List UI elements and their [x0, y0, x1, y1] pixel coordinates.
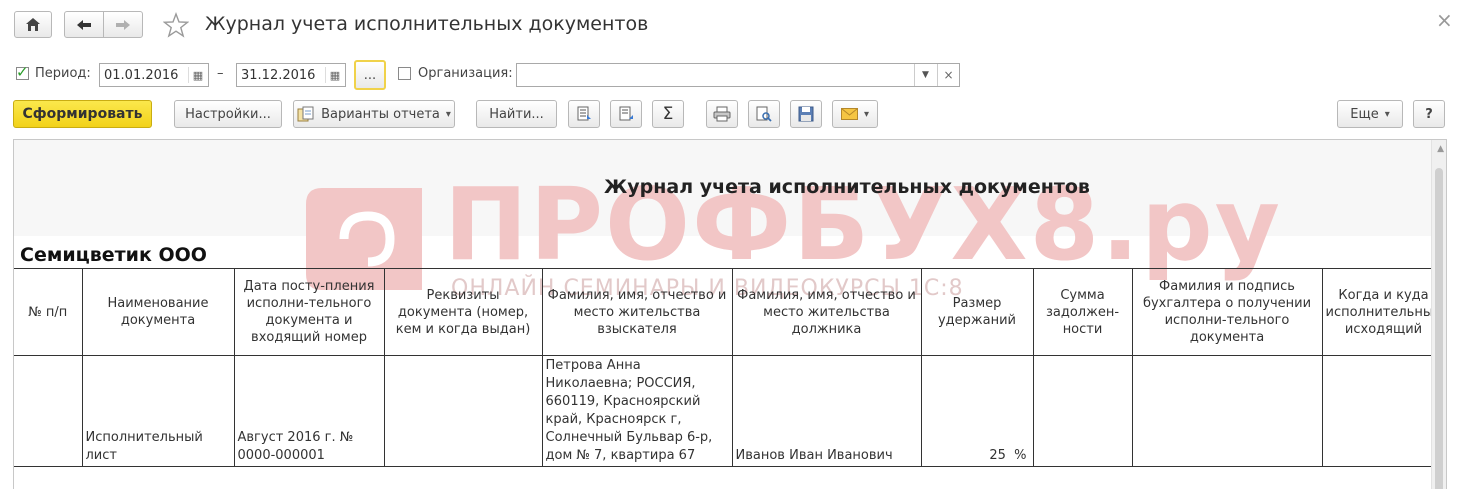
- save-icon: [798, 106, 814, 122]
- send-email-button[interactable]: [832, 100, 878, 128]
- report-table: № п/п Наименование документа Дата посту-…: [14, 268, 1446, 467]
- dropdown-arrow-icon[interactable]: ▼: [914, 64, 936, 86]
- report-variants-icon: [297, 106, 314, 122]
- cell-doc-name: Исполнительный лист: [81, 355, 235, 467]
- column-header: Фамилия, имя, отчество и место жительств…: [731, 268, 922, 356]
- close-icon[interactable]: ×: [1436, 8, 1453, 32]
- home-icon: [26, 18, 40, 31]
- scrollbar-thumb[interactable]: [1435, 168, 1443, 489]
- back-button[interactable]: [64, 11, 104, 38]
- sum-button[interactable]: Σ: [652, 100, 684, 128]
- date-to-field[interactable]: 31.12.2016 ▦: [236, 63, 346, 87]
- save-button[interactable]: [790, 100, 822, 128]
- forward-button[interactable]: [103, 11, 143, 38]
- email-icon: [840, 108, 858, 120]
- period-label: Период:: [35, 66, 91, 81]
- window-title: Журнал учета исполнительных документов: [205, 13, 649, 35]
- favorite-star-icon[interactable]: [162, 12, 190, 38]
- column-header: Дата посту-пления исполни-тельного докум…: [233, 268, 385, 356]
- period-checkbox[interactable]: [16, 63, 29, 81]
- cell-requisites: [383, 355, 543, 467]
- column-header: Когда и куда исполнительный исходящий: [1321, 268, 1446, 356]
- cell-debt: [1032, 355, 1133, 467]
- date-separator: –: [217, 66, 224, 81]
- find-button[interactable]: Найти...: [476, 100, 557, 128]
- collapse-groups-icon: [619, 106, 633, 121]
- date-from-field[interactable]: 01.01.2016 ▦: [99, 63, 209, 87]
- print-preview-icon: [756, 106, 772, 122]
- cell-debtor: Иванов Иван Иванович: [731, 355, 922, 467]
- expand-groups-button[interactable]: [568, 100, 600, 128]
- report-document[interactable]: ПРОФБУХ8.ру ОНЛАЙН СЕМИНАРЫ И ВИДЕОКУРСЫ…: [13, 139, 1447, 489]
- organization-field[interactable]: ▼ ×: [516, 63, 960, 87]
- report-variants-button[interactable]: Варианты отчета: [293, 100, 455, 128]
- date-to-value: 31.12.2016: [241, 67, 316, 83]
- vertical-scrollbar[interactable]: ▲: [1431, 140, 1446, 489]
- arrow-right-icon: [116, 19, 130, 30]
- clear-icon[interactable]: ×: [937, 64, 959, 86]
- column-header: Фамилия и подпись бухгалтера о получении…: [1131, 268, 1323, 356]
- date-from-value: 01.01.2016: [104, 67, 179, 83]
- column-header: Реквизиты документа (номер, кем и когда …: [383, 268, 543, 356]
- sum-icon: Σ: [662, 104, 674, 124]
- report-variants-label: Варианты отчета: [321, 106, 440, 122]
- more-label: Еще: [1350, 106, 1379, 122]
- table-header-row: № п/п Наименование документа Дата посту-…: [14, 268, 1446, 356]
- column-header: Наименование документа: [81, 268, 235, 356]
- column-header: № п/п: [14, 268, 83, 356]
- cell-accountant: [1131, 355, 1323, 467]
- generate-button[interactable]: Сформировать: [13, 100, 152, 128]
- report-title: Журнал учета исполнительных документов: [604, 176, 1090, 198]
- arrow-left-icon: [77, 19, 91, 30]
- preview-button[interactable]: [748, 100, 780, 128]
- column-header: Сумма задолжен-ности: [1032, 268, 1133, 356]
- table-row[interactable]: Исполнительный лист Август 2016 г. № 000…: [14, 355, 1446, 467]
- print-button[interactable]: [706, 100, 738, 128]
- printer-icon: [713, 106, 731, 122]
- home-button[interactable]: [14, 11, 52, 38]
- more-button[interactable]: Еще: [1337, 100, 1403, 128]
- settings-button[interactable]: Настройки...: [174, 100, 282, 128]
- cell-date-in: Август 2016 г. № 0000-000001: [233, 355, 385, 467]
- calendar-icon[interactable]: ▦: [188, 67, 207, 83]
- cell-num: [14, 355, 83, 467]
- calendar-icon[interactable]: ▦: [325, 67, 344, 83]
- organization-checkbox[interactable]: [398, 67, 411, 80]
- cell-deduction: 25 %: [920, 355, 1034, 467]
- collapse-groups-button[interactable]: [610, 100, 642, 128]
- column-header: Размер удержаний: [920, 268, 1034, 356]
- scroll-up-icon[interactable]: ▲: [1437, 144, 1444, 154]
- organization-label: Организация:: [418, 66, 513, 81]
- cell-sent: [1321, 355, 1446, 467]
- organization-name: Семицветик ООО: [20, 244, 207, 266]
- help-button[interactable]: ?: [1413, 100, 1445, 128]
- cell-claimant: Петрова Анна Николаевна; РОССИЯ, 660119,…: [541, 355, 733, 467]
- expand-groups-icon: [577, 106, 591, 121]
- column-header: Фамилия, имя, отчество и место жительств…: [541, 268, 733, 356]
- period-select-button[interactable]: ...: [354, 60, 386, 90]
